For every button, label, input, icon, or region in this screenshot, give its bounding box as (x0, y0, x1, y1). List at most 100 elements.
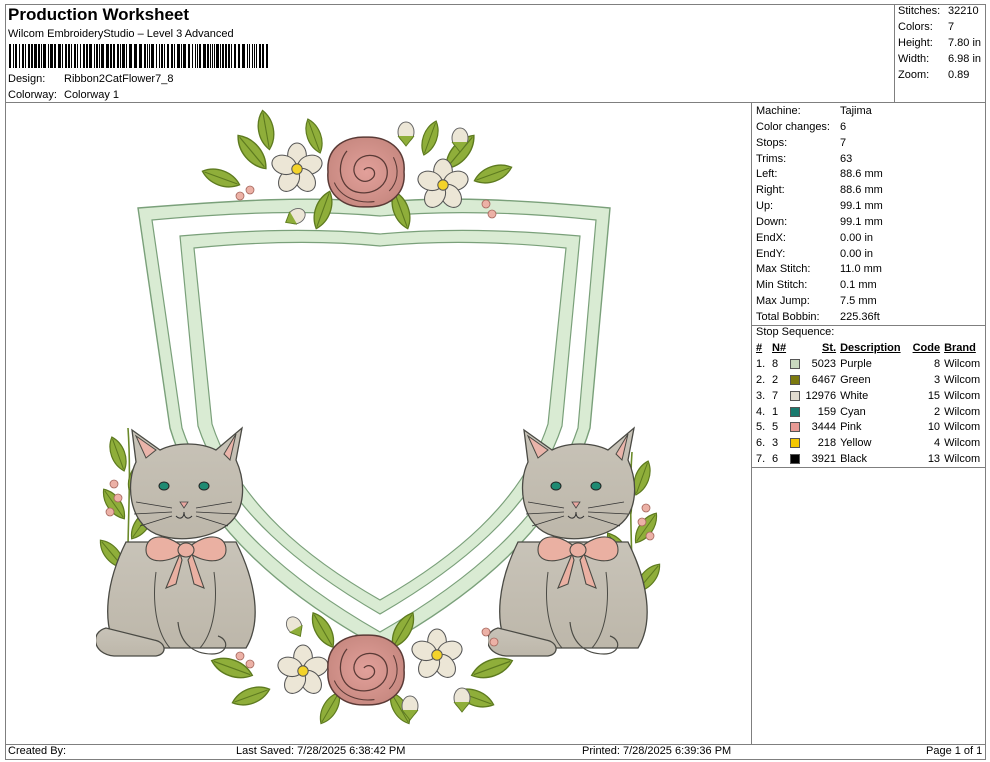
info-label: Left: (756, 168, 778, 180)
col-swatch-header (788, 341, 802, 357)
summary-width: Width: 6.98 in (898, 53, 981, 66)
color-swatch (790, 375, 801, 386)
color-swatch (790, 422, 801, 433)
embroidery-preview (96, 108, 670, 728)
row-swatch (788, 373, 802, 389)
right-row: Right: 88.6 mm (756, 184, 883, 197)
barcode (9, 44, 268, 68)
machine-row: Machine: Tajima (756, 105, 872, 118)
info-value: 7.5 mm (840, 295, 877, 307)
colorway-name: Colorway 1 (64, 89, 120, 101)
row-index: 7. (756, 452, 766, 465)
row-stitches: 5023 (811, 358, 837, 371)
color-changes-row: Color changes: 6 (756, 121, 846, 134)
row-code: 10 (927, 421, 941, 434)
info-value: 6 (840, 121, 847, 133)
row-brand: Wilcom (944, 358, 981, 371)
row-swatch (788, 404, 802, 420)
row-stitches: 12976 (805, 389, 837, 402)
table-row: 1. 8 5023 Purple 8 Wilcom (754, 357, 982, 373)
info-value: 11.0 mm (840, 263, 882, 275)
info-value: 0.00 in (840, 248, 874, 260)
row-index: 6. (756, 437, 766, 450)
preview-divider (751, 102, 752, 744)
page-title: Production Worksheet (8, 5, 190, 24)
row-stitches: 3444 (811, 421, 837, 434)
summary-zoom: Zoom: 0.89 (898, 69, 969, 82)
row-needle: 2 (772, 373, 779, 386)
summary-label: Stitches: (898, 5, 941, 17)
row-stitches: 6467 (811, 373, 837, 386)
design-row: Design: Ribbon2CatFlower7_8 (8, 73, 173, 86)
info-label: Color changes: (756, 121, 830, 133)
summary-divider (894, 4, 895, 102)
row-code: 13 (927, 452, 941, 465)
colorway-row: Colorway: Colorway 1 (8, 89, 119, 102)
row-swatch (788, 452, 802, 468)
info-label: Total Bobbin: (756, 311, 820, 323)
table-row: 5. 5 3444 Pink 10 Wilcom (754, 420, 982, 436)
total-bobbin-row: Total Bobbin: 225.36ft (756, 311, 880, 324)
col-needle-header: N# (772, 342, 787, 355)
summary-value: 7.80 in (948, 37, 982, 49)
trims-row: Trims: 63 (756, 153, 852, 166)
info-value: Tajima (840, 105, 872, 117)
row-description: Pink (840, 421, 862, 434)
colorway-label: Colorway: (8, 89, 57, 101)
row-needle: 1 (772, 405, 779, 418)
design-label: Design: (8, 73, 46, 85)
info-value: 63 (840, 153, 853, 165)
table-row: 2. 2 6467 Green 3 Wilcom (754, 373, 982, 389)
info-value: 88.6 mm (840, 168, 883, 180)
color-swatch (790, 390, 801, 401)
summary-label: Height: (898, 37, 933, 49)
table-row: 4. 1 159 Cyan 2 Wilcom (754, 404, 982, 420)
info-label: EndY: (756, 248, 786, 260)
row-brand: Wilcom (944, 405, 981, 418)
summary-value: 7 (948, 21, 955, 33)
down-row: Down: 99.1 mm (756, 216, 883, 229)
col-description-header: Description (840, 342, 901, 355)
row-code: 3 (933, 373, 941, 386)
summary-height: Height: 7.80 in (898, 37, 981, 50)
row-needle: 8 (772, 358, 779, 371)
row-brand: Wilcom (944, 421, 981, 434)
row-code: 15 (927, 389, 941, 402)
footer-divider (5, 744, 986, 745)
info-value: 225.36ft (840, 311, 880, 323)
left-row: Left: 88.6 mm (756, 168, 883, 181)
info-value: 99.1 mm (840, 216, 883, 228)
table-row: 7. 6 3921 Black 13 Wilcom (754, 452, 982, 468)
color-swatch (790, 438, 801, 449)
info-value: 0.1 mm (840, 279, 877, 291)
color-swatch (790, 359, 801, 370)
table-row: 6. 3 218 Yellow 4 Wilcom (754, 436, 982, 452)
row-brand: Wilcom (944, 389, 981, 402)
info-label: Down: (756, 216, 788, 228)
row-stitches: 159 (817, 405, 837, 418)
col-code-header: Code (912, 342, 941, 355)
row-index: 2. (756, 373, 766, 386)
stop-sequence-title: Stop Sequence: (756, 326, 835, 338)
info-value: 7 (840, 137, 847, 149)
max-stitch-row: Max Stitch: 11.0 mm (756, 263, 882, 276)
col-index-header: # (756, 342, 763, 355)
summary-label: Zoom: (898, 69, 930, 81)
row-brand: Wilcom (944, 373, 981, 386)
table-header-row: # N# St. Description Code Brand (754, 341, 982, 357)
row-swatch (788, 436, 802, 452)
endx-row: EndX: 0.00 in (756, 232, 873, 245)
table-row: 3. 7 12976 White 15 Wilcom (754, 388, 982, 404)
max-jump-row: Max Jump: 7.5 mm (756, 295, 877, 308)
stops-row: Stops: 7 (756, 137, 846, 150)
min-stitch-row: Min Stitch: 0.1 mm (756, 279, 877, 292)
up-row: Up: 99.1 mm (756, 200, 883, 213)
info-label: Trims: (756, 153, 787, 165)
info-label: Machine: (756, 105, 801, 117)
info-label: Max Stitch: (756, 263, 811, 275)
info-label: Min Stitch: (756, 279, 808, 291)
endy-row: EndY: 0.00 in (756, 248, 873, 261)
summary-stitches: Stitches: 32210 (898, 5, 979, 18)
design-name: Ribbon2CatFlower7_8 (64, 73, 174, 85)
row-brand: Wilcom (944, 437, 981, 450)
